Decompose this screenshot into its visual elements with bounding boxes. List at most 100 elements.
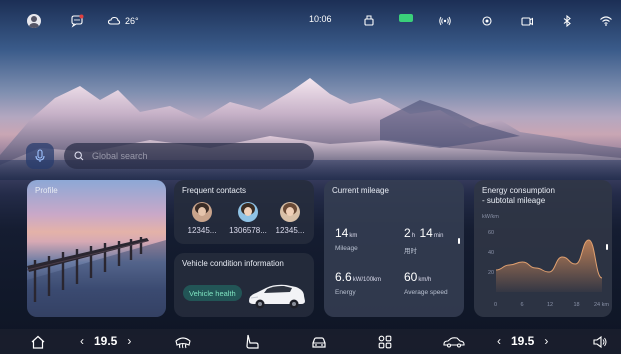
seat-icon — [246, 334, 259, 349]
speed-value: 60 — [404, 270, 418, 284]
volume-icon — [593, 335, 607, 349]
vehicle-health-badge[interactable]: Vehicle health — [183, 285, 242, 301]
seat-button[interactable] — [245, 334, 259, 350]
camera-icon — [521, 17, 533, 26]
energy-unit: kW/100km — [352, 277, 382, 283]
passenger-temp-value: 19.5 — [511, 334, 535, 348]
avatar-icon — [27, 14, 41, 28]
contact-item[interactable]: 1306578... — [226, 202, 270, 235]
speed-unit: km/h — [418, 277, 432, 283]
contact-avatar — [280, 202, 300, 222]
duration-label: 用时 — [404, 248, 417, 255]
car-image — [249, 284, 305, 309]
duration-metric: 2h 14min 用时 — [404, 224, 444, 255]
contacts-card: Frequent contacts 12345... 1306578... 12… — [174, 180, 314, 244]
vehicle-title: Vehicle condition information — [182, 259, 284, 268]
mileage-card[interactable]: Current mileage 14km Mileage 2h 14min 用时… — [324, 180, 464, 317]
energy-card[interactable]: Energy consumption - subtotal mileage kW… — [474, 180, 612, 317]
home-button[interactable] — [30, 335, 46, 349]
battery-icon — [399, 14, 413, 22]
contact-number: 12345... — [275, 226, 305, 235]
location-icon — [482, 16, 492, 26]
speed-label: Average speed — [404, 289, 448, 296]
driver-temp-control: ‹ 19.5 › — [80, 334, 131, 348]
car-side-icon — [443, 337, 465, 348]
signal-status — [438, 14, 452, 28]
passenger-temp-decrease[interactable]: ‹ — [497, 334, 501, 348]
contact-avatar — [238, 202, 258, 222]
energy-chart: kW/km 60 40 20 0 6 12 18 24 km — [482, 214, 609, 308]
usb-status — [362, 14, 376, 28]
search-bar[interactable] — [64, 143, 314, 169]
contact-number: 12345... — [187, 226, 217, 235]
mileage-unit: km — [349, 233, 358, 239]
wifi-status — [599, 14, 613, 28]
home-icon — [31, 335, 45, 349]
weather-widget[interactable]: 26° — [107, 14, 139, 28]
location-status — [480, 14, 494, 28]
messages-button[interactable] — [70, 14, 84, 28]
defrost-button[interactable] — [174, 335, 192, 349]
contact-item[interactable]: 12345... — [268, 202, 312, 235]
car-icon — [312, 337, 326, 348]
search-row — [26, 143, 314, 169]
duration-minutes: 14 — [419, 226, 433, 240]
cloud-icon — [107, 16, 121, 25]
x-tick-label: 0 — [494, 302, 497, 308]
mileage-metric: 14km Mileage — [335, 224, 358, 252]
bottom-dock: ‹ 19.5 › ‹ 19.5 › — [0, 329, 621, 354]
broadcast-icon — [439, 16, 451, 26]
vehicle-button[interactable] — [311, 335, 327, 349]
search-icon — [74, 151, 84, 161]
x-tick-label: 12 — [547, 302, 553, 308]
contacts-title: Frequent contacts — [182, 186, 247, 195]
chat-icon — [71, 14, 84, 28]
duration-hours-unit: h — [411, 233, 416, 239]
driver-temp-increase[interactable]: › — [127, 334, 131, 348]
apps-grid-icon — [378, 335, 392, 349]
contact-item[interactable]: 12345... — [180, 202, 224, 235]
pier-image — [27, 237, 166, 317]
driver-temp-decrease[interactable]: ‹ — [80, 334, 84, 348]
energy-title-line2: - subtotal mileage — [482, 196, 546, 205]
battery-status — [399, 14, 413, 22]
driver-temp-value: 19.5 — [94, 334, 118, 348]
x-tick-label: 24 km — [594, 302, 609, 308]
vehicle-side-button[interactable] — [443, 336, 465, 348]
notification-dot — [79, 14, 84, 19]
contact-avatar — [192, 202, 212, 222]
time-text: 10:06 — [309, 14, 332, 24]
x-tick-label: 6 — [521, 302, 524, 308]
search-input[interactable] — [92, 151, 292, 161]
voice-button[interactable] — [26, 143, 54, 169]
mileage-title: Current mileage — [332, 186, 389, 195]
mileage-label: Mileage — [335, 245, 358, 252]
apps-button[interactable] — [378, 335, 392, 349]
energy-value: 6.6 — [335, 270, 352, 284]
energy-title: Energy consumption - subtotal mileage — [482, 186, 555, 206]
y-tick-label: 40 — [488, 250, 494, 256]
y-tick-label: 60 — [488, 230, 494, 236]
mileage-value: 14 — [335, 226, 349, 240]
bluetooth-status — [560, 14, 574, 28]
duration-minutes-unit: min — [433, 233, 444, 239]
clock: 10:06 — [309, 14, 332, 24]
usb-icon — [364, 15, 374, 26]
bluetooth-icon — [563, 14, 571, 28]
temperature: 26° — [125, 16, 139, 26]
energy-metric: 6.6kW/100km Energy — [335, 268, 381, 296]
profile-card[interactable]: Profile — [27, 180, 166, 317]
user-avatar[interactable] — [27, 14, 41, 28]
profile-title: Profile — [35, 186, 58, 195]
defrost-icon — [175, 337, 191, 349]
energy-title-line1: Energy consumption — [482, 186, 555, 195]
volume-button[interactable] — [592, 335, 608, 349]
vehicle-card[interactable]: Vehicle condition information Vehicle he… — [174, 253, 314, 317]
speed-metric: 60km/h Average speed — [404, 268, 448, 296]
microphone-icon — [35, 149, 45, 162]
contact-number: 1306578... — [229, 226, 267, 235]
wifi-icon — [600, 16, 612, 26]
page-indicator — [606, 244, 608, 250]
chart-unit-label: kW/km — [482, 214, 499, 220]
passenger-temp-increase[interactable]: › — [544, 334, 548, 348]
